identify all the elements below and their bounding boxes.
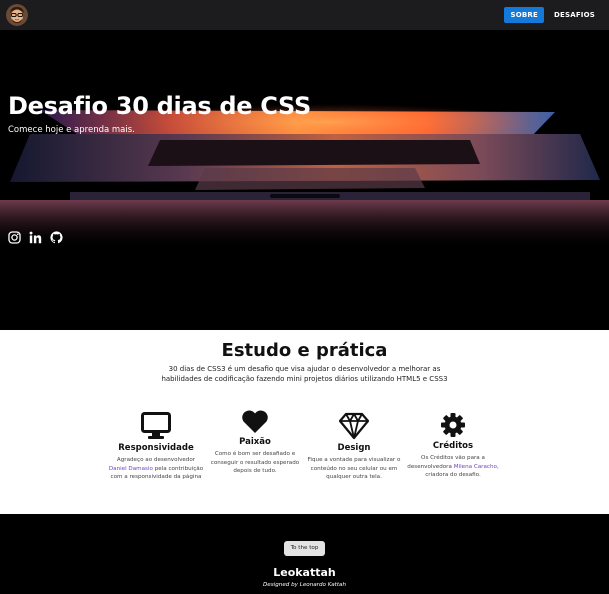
heart-icon — [242, 410, 268, 433]
hero-banner: Desafio 30 dias de CSS Comece hoje e apr… — [0, 30, 609, 330]
section-description: 30 dias de CSS3 é um desafio que visa aj… — [161, 365, 448, 383]
features-list: Responsividade Agradeço ao desenvolvedor… — [104, 410, 505, 512]
feature-text: Como é bom ser desafiado e conseguir o r… — [210, 451, 300, 475]
feature-responsividade: Responsividade Agradeço ao desenvolvedor… — [104, 412, 208, 482]
feature-text: Os Créditos vão para a desenvolvedora Mi… — [401, 454, 505, 480]
laptop-image — [0, 30, 609, 330]
milena-caracho-link[interactable]: Milena Caracho — [454, 464, 497, 470]
feature-text: Agradeço ao desenvolvedor Daniel Damasio… — [104, 456, 208, 482]
feature-design: Design Fique a vontade para visualizar o… — [302, 412, 406, 482]
cartoon-avatar-icon — [6, 4, 28, 26]
feature-text-part: Agradeço ao desenvolvedor — [116, 457, 196, 463]
hero-title: Desafio 30 dias de CSS — [8, 92, 311, 120]
feature-title: Paixão — [239, 437, 271, 447]
social-links — [8, 231, 63, 244]
daniel-damasio-link[interactable]: Daniel Damasio — [109, 466, 153, 472]
feature-title: Créditos — [432, 441, 474, 451]
footer-credit: Designed by Leonardo Kattah — [263, 582, 346, 588]
feature-title: Design — [337, 443, 371, 453]
github-icon[interactable] — [50, 231, 63, 244]
diamond-icon — [339, 412, 369, 440]
footer: To the top Leokattah Designed by Leonard… — [0, 514, 609, 594]
monitor-icon — [141, 412, 171, 439]
instagram-icon[interactable] — [8, 231, 21, 244]
gear-icon — [441, 413, 465, 437]
avatar[interactable] — [6, 4, 28, 26]
feature-creditos: Créditos Os Créditos vão para a desenvol… — [401, 412, 505, 480]
feature-text: Fique a vontade para visualizar o conteú… — [307, 457, 401, 481]
about-section: Estudo e prática 30 dias de CSS3 é um de… — [0, 330, 609, 514]
sobre-button[interactable]: SOBRE — [504, 7, 544, 23]
to-top-button[interactable]: To the top — [284, 541, 325, 556]
feature-title: Responsividade — [118, 443, 194, 453]
top-nav: SOBRE DESAFIOS — [0, 0, 609, 30]
linkedin-icon[interactable] — [29, 231, 42, 244]
section-title: Estudo e prática — [221, 340, 388, 361]
footer-brand: Leokattah — [273, 566, 336, 579]
feature-paixao: Paixão Como é bom ser desafiado e conseg… — [203, 410, 307, 476]
hero-subtitle: Comece hoje e aprenda mais. — [8, 125, 135, 135]
nav-links: SOBRE DESAFIOS — [504, 7, 603, 23]
desafios-link[interactable]: DESAFIOS — [550, 7, 603, 23]
